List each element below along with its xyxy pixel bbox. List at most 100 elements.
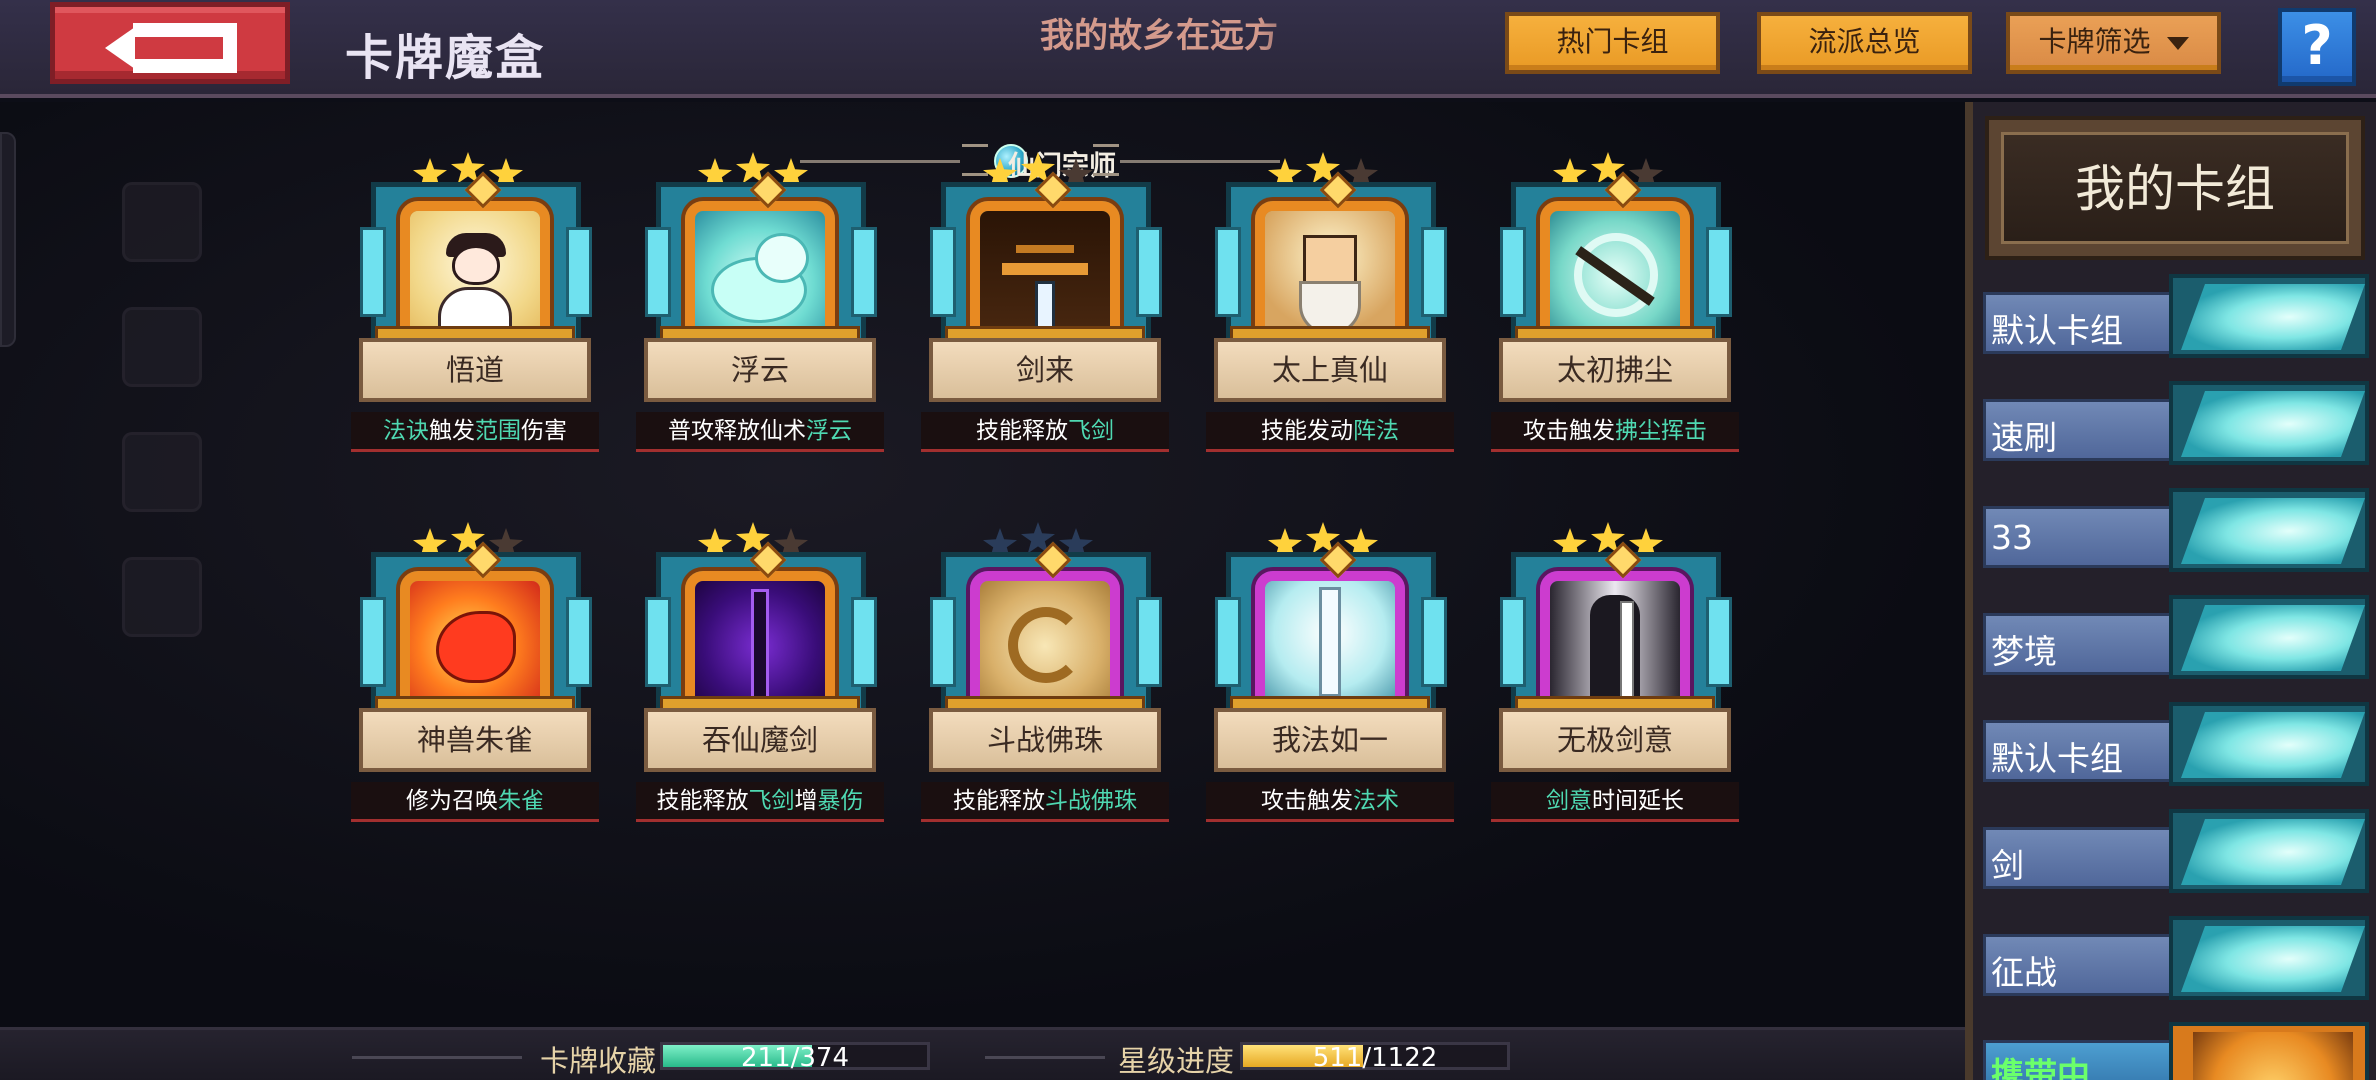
frame-wing-decor xyxy=(1421,227,1447,317)
description-keyword: 法术 xyxy=(1353,788,1399,814)
description-keyword: 范围 xyxy=(475,418,521,444)
frame-wing-decor xyxy=(1215,227,1241,317)
deck-item[interactable]: 默认卡组 xyxy=(1983,274,2371,360)
school-overview-button[interactable]: 流派总览 xyxy=(1757,12,1972,74)
card-jianlai[interactable]: 剑来 技能释放飞剑 xyxy=(921,152,1169,462)
card-name: 浮云 xyxy=(644,338,876,402)
background-decor-icon xyxy=(122,182,202,262)
deck-card-art xyxy=(2169,702,2369,786)
frame-wing-decor xyxy=(566,597,592,687)
frame-wing-decor xyxy=(360,227,386,317)
frame-wing-decor xyxy=(1706,597,1732,687)
background-decor-icon xyxy=(122,307,202,387)
card-filter-label: 卡牌筛选 xyxy=(2038,25,2151,58)
card-name: 吞仙魔剑 xyxy=(644,708,876,772)
frame-wing-decor xyxy=(1215,597,1241,687)
card-grid-area[interactable]: 仙门宗师 悟道 法诀触发范围伤害 浮云 普攻释放仙术浮云 剑来 技能释放飞剑 太上真仙 技能发… xyxy=(0,102,1965,1027)
deck-item[interactable]: 梦境 xyxy=(1983,595,2371,681)
deck-card-art xyxy=(2169,488,2369,572)
deck-card-art xyxy=(2169,274,2369,358)
frame-wing-decor xyxy=(645,597,671,687)
card-fuchen[interactable]: 太初拂尘 攻击触发拂尘挥击 xyxy=(1491,152,1739,462)
deck-card-art xyxy=(2169,1022,2369,1080)
deck-name: 默认卡组 xyxy=(1991,311,2123,350)
deck-name: 剑 xyxy=(1991,846,2024,885)
card-zhuque[interactable]: 神兽朱雀修为召唤朱雀 xyxy=(351,522,599,832)
card-name: 悟道 xyxy=(359,338,591,402)
deck-art-glow xyxy=(2180,498,2365,564)
frame-wing-decor xyxy=(1500,227,1526,317)
frame-wing-decor xyxy=(1136,227,1162,317)
description-keyword: 飞剑 xyxy=(1068,418,1114,444)
deck-card-art xyxy=(2169,809,2369,893)
deck-item[interactable]: 征战 xyxy=(1983,916,2371,1002)
card-fozhu[interactable]: 斗战佛珠 技能释放斗战佛珠 xyxy=(921,522,1169,832)
back-button[interactable] xyxy=(50,2,290,84)
deck-card-art xyxy=(2169,381,2369,465)
star-progress-value: 511/1122 xyxy=(1312,1043,1438,1073)
portrait-art-bird xyxy=(436,611,516,683)
deck-item[interactable]: 速刷 xyxy=(1983,381,2371,467)
star-progress: 511/1122 xyxy=(1240,1042,1510,1073)
card-description: 攻击触发拂尘挥击 xyxy=(1491,412,1739,452)
card-fuyun[interactable]: 浮云 普攻释放仙术浮云 xyxy=(636,152,884,462)
card-name: 太上真仙 xyxy=(1214,338,1446,402)
description-keyword: 拂尘挥击 xyxy=(1615,418,1707,444)
card-tunxian[interactable]: 吞仙魔剑技能释放飞剑增暴伤 xyxy=(636,522,884,832)
help-button[interactable]: ? xyxy=(2278,8,2356,86)
deck-name: 征战 xyxy=(1991,953,2057,992)
card-rouyi[interactable]: 我法如一 攻击触发法术 xyxy=(1206,522,1454,832)
card-name: 无极剑意 xyxy=(1499,708,1731,772)
card-wuji[interactable]: 无极剑意剑意时间延长 xyxy=(1491,522,1739,832)
description-text: 伤害 xyxy=(521,418,567,444)
card-description: 技能释放飞剑 xyxy=(921,412,1169,452)
card-taishang[interactable]: 太上真仙 技能发动阵法 xyxy=(1206,152,1454,462)
my-decks-title: 我的卡组 xyxy=(2001,132,2349,244)
card-description: 技能释放飞剑增暴伤 xyxy=(636,782,884,822)
deck-item[interactable]: 剑 xyxy=(1983,809,2371,895)
deck-card-art xyxy=(2169,595,2369,679)
deck-item-carrying[interactable]: 携带中 xyxy=(1983,1022,2371,1080)
card-wudao[interactable]: 悟道 法诀触发范围伤害 xyxy=(351,152,599,462)
bottom-divider xyxy=(352,1056,522,1059)
portrait-art-sword xyxy=(1319,587,1341,697)
deck-item[interactable]: 33 xyxy=(1983,488,2371,574)
portrait-art-vine xyxy=(751,589,769,709)
portrait-art-spiral xyxy=(1008,607,1084,683)
frame-wing-decor xyxy=(566,227,592,317)
portrait-art-c2 xyxy=(755,233,809,283)
collection-value: 211/374 xyxy=(740,1043,849,1073)
description-keyword: 法诀 xyxy=(383,418,429,444)
description-text: 攻击触发 xyxy=(1261,788,1353,814)
deck-art-glow xyxy=(2193,1032,2353,1080)
frame-wing-decor xyxy=(360,597,386,687)
background-decor-icon xyxy=(122,557,202,637)
carrying-label: 携带中 xyxy=(1991,1055,2090,1080)
deck-item[interactable]: 默认卡组 xyxy=(1983,702,2371,788)
frame-wing-decor xyxy=(930,227,956,317)
card-description: 修为召唤朱雀 xyxy=(351,782,599,822)
card-name: 神兽朱雀 xyxy=(359,708,591,772)
card-name: 斗战佛珠 xyxy=(929,708,1161,772)
deck-art-glow xyxy=(2180,712,2365,778)
collection-label: 卡牌收藏 xyxy=(540,1044,657,1078)
marquee-text: 我的故乡在远方 xyxy=(1040,16,1278,56)
deck-card-art xyxy=(2169,916,2369,1000)
portrait-art-blade xyxy=(1002,263,1088,275)
deck-name: 默认卡组 xyxy=(1991,739,2123,778)
bottom-divider xyxy=(985,1056,1105,1059)
hot-decks-button[interactable]: 热门卡组 xyxy=(1505,12,1720,74)
collection-progress: 211/374 xyxy=(660,1042,930,1073)
card-filter-dropdown[interactable]: 卡牌筛选 xyxy=(2006,12,2221,74)
back-arrow-icon xyxy=(105,23,237,73)
my-decks-panel: 我的卡组 默认卡组 速刷 33 梦境 默认卡组剑征战 携带中 xyxy=(1965,102,2376,1080)
description-text: 技能发动 xyxy=(1261,418,1353,444)
frame-wing-decor xyxy=(1500,597,1526,687)
side-drawer-handle[interactable] xyxy=(0,132,16,347)
card-description: 剑意时间延长 xyxy=(1491,782,1739,822)
description-text: 技能释放 xyxy=(976,418,1068,444)
description-keyword: 朱雀 xyxy=(498,788,544,814)
card-description: 攻击触发法术 xyxy=(1206,782,1454,822)
deck-art-glow xyxy=(2180,391,2365,457)
description-keyword: 斗战佛珠 xyxy=(1045,788,1137,814)
